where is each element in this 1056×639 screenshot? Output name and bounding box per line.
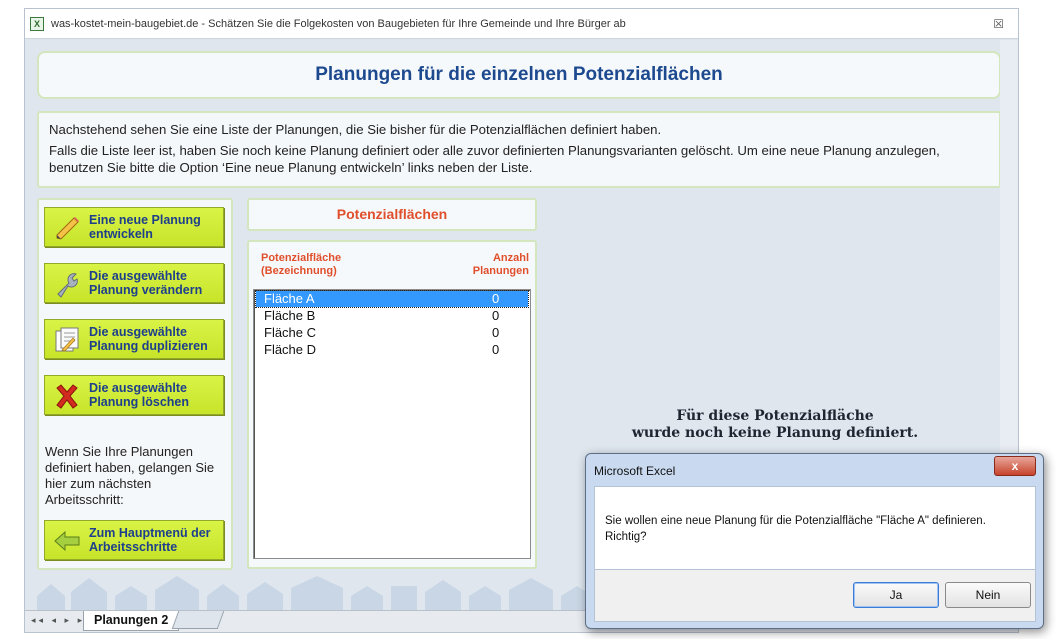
- delete-planning-button[interactable]: Die ausgewählte Planung löschen: [44, 375, 224, 415]
- dialog-title: Microsoft Excel: [594, 464, 676, 478]
- window-titlebar: X was-kostet-mein-baugebiet.de - Schätze…: [25, 9, 1018, 39]
- list-item-count: 0: [492, 325, 500, 340]
- list-item-name: Fläche B: [264, 308, 316, 323]
- list-item[interactable]: Fläche B 0: [256, 308, 528, 324]
- yes-button[interactable]: Ja: [853, 582, 939, 608]
- list-item[interactable]: Fläche D 0: [256, 342, 528, 358]
- wrench-icon: [57, 273, 78, 298]
- info-panel: Nachstehend sehen Sie eine Liste der Pla…: [37, 111, 1001, 188]
- potential-areas-panel: Potenzialfläche (Bezeichnung) Anzahl Pla…: [247, 240, 537, 569]
- pencil-icon: [56, 217, 79, 240]
- actions-panel: Eine neue Planung entwickeln Die ausgewä…: [37, 198, 233, 570]
- list-item-count: 0: [492, 342, 500, 357]
- duplicate-planning-button[interactable]: Die ausgewählte Planung duplizieren: [44, 319, 224, 359]
- new-planning-label: Eine neue Planung entwickeln: [89, 213, 201, 241]
- dialog-footer: Ja Nein: [594, 570, 1036, 622]
- no-plan-line-1: Für diese Potenzialfläche: [676, 408, 874, 424]
- column-header-count: Anzahl Planungen: [472, 252, 529, 277]
- edit-planning-label: Die ausgewählte Planung verändern: [89, 269, 203, 297]
- column-header-name: Potenzialfläche (Bezeichnung): [261, 252, 342, 277]
- list-item[interactable]: Fläche A 0: [255, 290, 529, 308]
- window-title: was-kostet-mein-baugebiet.de - Schätzen …: [51, 18, 626, 30]
- list-item-name: Fläche A: [264, 291, 315, 306]
- dialog-close-button[interactable]: x: [994, 456, 1036, 476]
- no-button[interactable]: Nein: [945, 582, 1031, 608]
- info-line-2: Falls die Liste leer ist, haben Sie noch…: [49, 143, 940, 175]
- list-item-count: 0: [492, 291, 500, 306]
- insert-sheet-tab[interactable]: [171, 611, 225, 629]
- excel-icon: X: [30, 17, 44, 31]
- dialog-message-line-1: Sie wollen eine neue Planung für die Pot…: [605, 515, 986, 527]
- edit-planning-button[interactable]: Die ausgewählte Planung verändern: [44, 263, 224, 303]
- copy-document-icon: [55, 327, 79, 352]
- window-close-icon[interactable]: ☒: [993, 9, 1004, 39]
- dialog-message-line-2: Richtig?: [605, 531, 647, 543]
- sheet-tab-planungen-2[interactable]: Planungen 2: [83, 611, 180, 631]
- info-line-1: Nachstehend sehen Sie eine Liste der Pla…: [49, 122, 662, 137]
- list-item[interactable]: Fläche C 0: [256, 325, 528, 341]
- main-menu-label: Zum Hauptmenü der Arbeitsschritte: [89, 526, 211, 554]
- dialog-body: Sie wollen eine neue Planung für die Pot…: [594, 486, 1036, 570]
- page-title: Planungen für die einzelnen Potenzialflä…: [37, 51, 1001, 99]
- helper-text: Wenn Sie Ihre Planungen definiert haben,…: [45, 444, 215, 507]
- delete-planning-label: Die ausgewählte Planung löschen: [89, 381, 190, 409]
- list-item-name: Fläche C: [264, 325, 317, 340]
- no-plan-line-2: wurde noch keine Planung definiert.: [631, 425, 919, 441]
- back-arrow-icon: [54, 530, 80, 552]
- confirm-dialog: Microsoft Excel x Sie wollen eine neue P…: [585, 453, 1044, 629]
- new-planning-button[interactable]: Eine neue Planung entwickeln: [44, 207, 224, 247]
- list-item-name: Fläche D: [264, 342, 317, 357]
- no-plan-message: Für diese Potenzialfläche wurde noch kei…: [605, 408, 945, 442]
- potential-areas-listbox[interactable]: Fläche A 0 Fläche B 0 Fläche C 0 Fläche …: [253, 289, 531, 559]
- potential-areas-title: Potenzialflächen: [247, 198, 537, 231]
- duplicate-planning-label: Die ausgewählte Planung duplizieren: [89, 325, 208, 353]
- main-menu-button[interactable]: Zum Hauptmenü der Arbeitsschritte: [44, 520, 224, 560]
- list-item-count: 0: [492, 308, 500, 323]
- red-x-icon: [56, 384, 78, 409]
